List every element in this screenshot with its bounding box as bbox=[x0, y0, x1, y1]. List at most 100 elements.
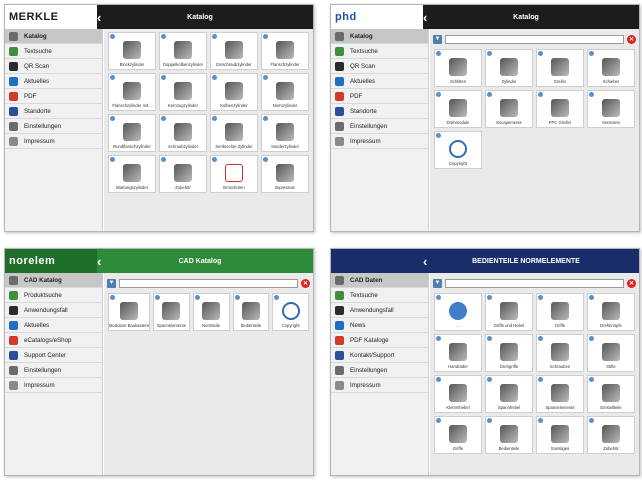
sidebar-item[interactable]: Einstellungen bbox=[331, 119, 428, 134]
catalog-tile[interactable]: Sonderzylinder bbox=[261, 114, 309, 152]
back-chevron-icon[interactable]: ‹ bbox=[97, 254, 107, 269]
catalog-tile[interactable]: Einschraubzylinder bbox=[210, 32, 258, 70]
info-icon[interactable] bbox=[436, 418, 441, 423]
info-icon[interactable] bbox=[538, 92, 543, 97]
info-icon[interactable] bbox=[538, 295, 543, 300]
info-icon[interactable] bbox=[436, 295, 441, 300]
info-icon[interactable] bbox=[194, 295, 200, 300]
info-icon[interactable] bbox=[155, 295, 160, 300]
info-icon[interactable] bbox=[274, 295, 280, 300]
catalog-tile[interactable]: Kernzugzylinder bbox=[159, 73, 207, 111]
catalog-tile[interactable]: Spannelemente bbox=[153, 293, 190, 331]
catalog-tile[interactable]: Normteile bbox=[192, 293, 230, 331]
sidebar-item[interactable]: Impressum bbox=[5, 378, 102, 393]
info-icon[interactable] bbox=[487, 418, 492, 423]
sidebar-item[interactable]: CAD Katalog bbox=[5, 273, 102, 288]
catalog-tile[interactable]: Einstellteile bbox=[587, 375, 635, 413]
info-icon[interactable] bbox=[538, 377, 543, 382]
back-chevron-icon[interactable]: ‹ bbox=[423, 254, 433, 269]
catalog-tile[interactable]: Escapements bbox=[485, 90, 533, 128]
search-input[interactable] bbox=[445, 34, 624, 44]
sidebar-item[interactable]: Aktuelles bbox=[5, 318, 102, 333]
info-icon[interactable] bbox=[436, 51, 441, 56]
sidebar-item[interactable]: CAD Daten bbox=[331, 273, 428, 288]
catalog-tile[interactable]: Normzylinder bbox=[261, 73, 309, 111]
info-icon[interactable] bbox=[487, 377, 492, 382]
catalog-tile[interactable]: Griffe und Hebel bbox=[485, 293, 533, 331]
catalog-tile[interactable]: Modulare Baukastensysteme bbox=[108, 293, 150, 331]
catalog-tile[interactable]: Handräder bbox=[434, 334, 482, 372]
info-icon[interactable] bbox=[436, 133, 441, 138]
catalog-tile[interactable]: Blockzylinder bbox=[108, 32, 156, 70]
sidebar-item[interactable]: Support Center bbox=[5, 348, 102, 363]
info-icon[interactable] bbox=[212, 75, 217, 80]
catalog-tile[interactable]: Zubehör bbox=[587, 416, 635, 454]
catalog-tile[interactable]: Broschüren bbox=[210, 155, 258, 193]
search-input[interactable] bbox=[445, 278, 624, 288]
back-chevron-icon[interactable]: ‹ bbox=[423, 10, 433, 25]
sidebar-item[interactable]: Textsuche bbox=[331, 288, 428, 303]
catalog-tile[interactable]: Zylinder bbox=[485, 49, 533, 87]
info-icon[interactable] bbox=[436, 92, 441, 97]
info-icon[interactable] bbox=[110, 295, 115, 300]
info-icon[interactable] bbox=[487, 336, 492, 341]
sidebar-item[interactable]: Kontakt/Support bbox=[331, 348, 428, 363]
info-icon[interactable] bbox=[589, 418, 594, 423]
info-icon[interactable] bbox=[110, 116, 115, 121]
info-icon[interactable] bbox=[263, 75, 268, 80]
catalog-tile[interactable]: Spannelemente bbox=[536, 375, 584, 413]
clear-icon[interactable]: ✕ bbox=[627, 34, 636, 44]
info-icon[interactable] bbox=[234, 295, 240, 300]
sidebar-item[interactable]: PDF Kataloge bbox=[331, 333, 428, 348]
sidebar-item[interactable]: Anwendungsfall bbox=[331, 303, 428, 318]
info-icon[interactable] bbox=[589, 377, 594, 382]
catalog-tile[interactable]: Drehmodule bbox=[434, 90, 482, 128]
sidebar-item[interactable]: Einstellungen bbox=[5, 119, 102, 134]
info-icon[interactable] bbox=[487, 295, 492, 300]
catalog-tile[interactable]: Bedienteile bbox=[485, 416, 533, 454]
info-icon[interactable] bbox=[212, 157, 217, 162]
sidebar-item[interactable]: PDF bbox=[331, 89, 428, 104]
catalog-tile[interactable]: Sensoren bbox=[587, 90, 635, 128]
catalog-tile[interactable]: PPC Greifer bbox=[536, 90, 584, 128]
info-icon[interactable] bbox=[263, 116, 268, 121]
info-icon[interactable] bbox=[161, 116, 166, 121]
info-icon[interactable] bbox=[110, 157, 115, 162]
sidebar-item[interactable]: PDF bbox=[5, 89, 102, 104]
sidebar-item[interactable]: Textsuche bbox=[5, 44, 102, 59]
sidebar-item[interactable]: QR Scan bbox=[5, 59, 102, 74]
sidebar-item[interactable]: Einstellungen bbox=[5, 363, 102, 378]
catalog-tile[interactable]: Flanschzylinder mit... bbox=[108, 73, 156, 111]
clear-icon[interactable]: ✕ bbox=[301, 278, 310, 288]
info-icon[interactable] bbox=[538, 336, 543, 341]
info-icon[interactable] bbox=[263, 34, 268, 39]
sidebar-item[interactable]: Einstellungen bbox=[331, 363, 428, 378]
catalog-tile[interactable]: Drehgriffe bbox=[485, 334, 533, 372]
info-icon[interactable] bbox=[161, 75, 166, 80]
info-icon[interactable] bbox=[538, 51, 543, 56]
info-icon[interactable] bbox=[487, 51, 492, 56]
info-icon[interactable] bbox=[487, 92, 492, 97]
sidebar-item[interactable]: Produktsuche bbox=[5, 288, 102, 303]
catalog-tile[interactable]: ... bbox=[434, 293, 482, 331]
search-input[interactable] bbox=[119, 278, 298, 288]
catalog-tile[interactable]: Rundflanschzylinder bbox=[108, 114, 156, 152]
sidebar-item[interactable]: Anwendungsfall bbox=[5, 303, 102, 318]
catalog-tile[interactable]: Sonstiges bbox=[536, 416, 584, 454]
info-icon[interactable] bbox=[110, 75, 115, 80]
info-icon[interactable] bbox=[589, 336, 594, 341]
catalog-tile[interactable]: Copyright bbox=[272, 293, 309, 331]
catalog-tile[interactable]: Doppelkolbenzylinder bbox=[159, 32, 207, 70]
info-icon[interactable] bbox=[110, 34, 115, 39]
catalog-tile[interactable]: Kolbenzylinder bbox=[210, 73, 258, 111]
catalog-tile[interactable]: Flanschzylinder bbox=[261, 32, 309, 70]
sidebar-item[interactable]: Standorte bbox=[331, 104, 428, 119]
catalog-tile[interactable]: Schlitten bbox=[434, 49, 482, 87]
catalog-tile[interactable]: Klemmhebel bbox=[434, 375, 482, 413]
catalog-tile[interactable]: Stifte bbox=[587, 334, 635, 372]
catalog-tile[interactable]: Griffe bbox=[536, 293, 584, 331]
info-icon[interactable] bbox=[538, 418, 543, 423]
info-icon[interactable] bbox=[436, 336, 441, 341]
filter-icon[interactable]: ▼ bbox=[433, 278, 442, 288]
catalog-tile[interactable]: Copyright bbox=[434, 131, 482, 169]
